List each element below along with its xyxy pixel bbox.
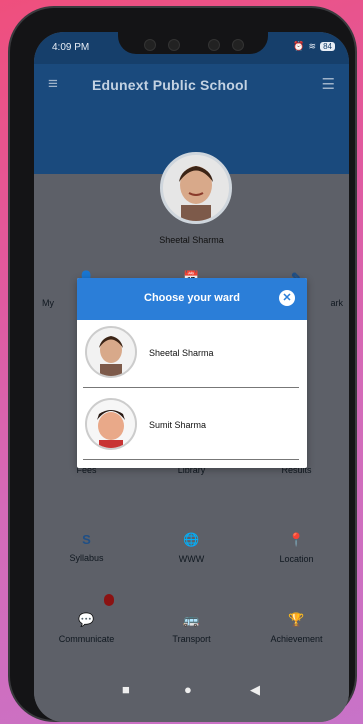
location-pin-icon: 📍 [288,532,305,547]
globe-icon: 🌐 [183,532,200,547]
camera-icon [144,39,156,51]
status-bar: 4:09 PM ⏰ ≋ 84 [34,32,349,64]
dialog-title: Choose your ward [144,292,240,304]
grid-item-communicate[interactable]: 💬 Communicate [34,594,139,644]
grid-item-label: Transport [172,634,211,644]
list-icon[interactable]: ☰ [322,75,335,93]
alarm-icon: ⏰ [293,41,305,51]
grid-item-syllabus[interactable]: S Syllabus [34,532,139,563]
status-icons: ⏰ ≋ 84 [293,41,335,52]
choose-ward-dialog: Choose your ward ✕ Sheetal Sharma Sumit … [77,278,307,468]
phone-frame: 4:09 PM ⏰ ≋ 84 ≡ Edunext Public School ☰ [10,8,355,722]
boy-avatar-icon [87,400,135,448]
camera-icon [168,39,180,51]
camera-icon [232,39,244,51]
grid-item-label: Syllabus [69,553,104,563]
ward-avatar [85,326,137,378]
girl-avatar-icon [163,155,229,221]
syllabus-icon: S [82,532,91,547]
recents-icon[interactable]: ■ [122,682,130,697]
menu-icon[interactable]: ≡ [48,74,58,94]
grid-item-www[interactable]: 🌐 WWW [139,532,244,564]
close-icon[interactable]: ✕ [279,290,295,306]
grid-item-label: WWW [178,554,205,564]
grid-item-transport[interactable]: 🚌 Transport [139,612,244,644]
partial-label: ark [330,298,343,308]
home-icon[interactable]: ● [184,682,192,697]
screen: 4:09 PM ⏰ ≋ 84 ≡ Edunext Public School ☰ [34,32,349,722]
ward-name: Sheetal Sharma [149,348,214,358]
grid-item-label: Location [279,554,314,564]
girl-avatar-icon [87,328,135,376]
battery-icon: 84 [320,42,335,51]
app-title: Edunext Public School [92,77,248,93]
notification-badge [104,594,114,606]
grid-item-achievement[interactable]: 🏆 Achievement [244,612,349,644]
dialog-header: Choose your ward ✕ [77,278,307,320]
grid-item-location[interactable]: 📍 Location [244,532,349,564]
nav-bar: ■ ● ◀ [34,662,349,722]
chat-icon: 💬 [78,612,95,627]
camera-icon [208,39,220,51]
wifi-icon: ≋ [308,41,317,51]
ward-item[interactable]: Sheetal Sharma [77,320,307,388]
divider [83,459,299,460]
ward-avatar [85,398,137,450]
profile-avatar[interactable] [160,152,232,224]
trophy-icon: 🏆 [288,612,305,627]
notch [118,32,268,54]
ward-name: Sumit Sharma [149,420,207,430]
ward-item[interactable]: Sumit Sharma [77,392,307,460]
back-icon[interactable]: ◀ [250,682,260,698]
status-time: 4:09 PM [52,42,90,53]
partial-label: My [42,298,54,308]
bus-icon: 🚌 [183,612,200,627]
divider [83,387,299,388]
profile-name: Sheetal Sharma [159,235,224,245]
grid-item-label: Communicate [58,634,115,644]
grid-item-label: Achievement [270,634,323,644]
